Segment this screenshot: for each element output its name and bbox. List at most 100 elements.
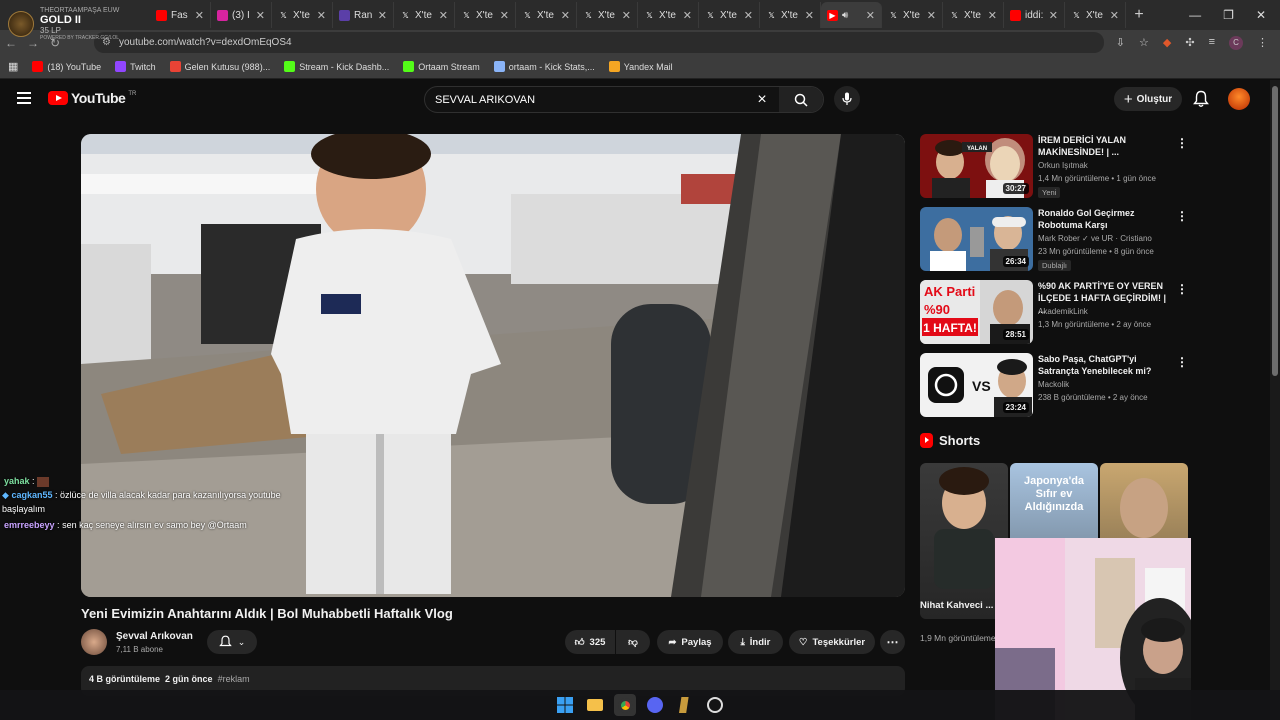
puzzle-icon[interactable]: ✣	[1185, 36, 1194, 50]
url-field[interactable]: ⚙ youtube.com/watch?v=dexdOmEqOS4	[94, 32, 1104, 53]
browser-tab[interactable]: Ran ✕	[333, 2, 394, 28]
recommended-video-card[interactable]: 26:34 Ronaldo Gol Geçirmez Robotuma Karşı…	[920, 207, 1188, 271]
league-client-icon[interactable]	[674, 694, 696, 716]
create-button[interactable]: + Oluştur	[1114, 87, 1182, 111]
page-scrollbar[interactable]	[1270, 80, 1280, 720]
close-tab-icon[interactable]: ✕	[256, 9, 265, 22]
recommended-channel[interactable]: Mackolik	[1038, 379, 1069, 391]
close-tab-icon[interactable]: ✕	[622, 9, 631, 22]
restore-icon[interactable]: ❐	[1223, 8, 1234, 22]
hashtag[interactable]: #reklam	[218, 674, 250, 684]
close-tab-icon[interactable]: ✕	[744, 9, 753, 22]
more-options-icon[interactable]: ⋮	[1176, 355, 1188, 369]
download-button[interactable]: ⤓ İndir	[728, 630, 783, 654]
browser-tab[interactable]: (3) I ✕	[211, 2, 272, 28]
browser-tab[interactable]: 𝕏 X'te ✕	[760, 2, 821, 28]
recommended-title[interactable]: Sabo Paşa, ChatGPT'yi Satrançta Yenebile…	[1038, 353, 1168, 377]
browser-tab[interactable]: ▶ 🔊︎ ✕	[821, 2, 882, 28]
close-tab-icon[interactable]: ✕	[805, 9, 814, 22]
search-input[interactable]	[425, 93, 745, 106]
browser-tab[interactable]: 𝕏 X'te ✕	[272, 2, 333, 28]
share-button[interactable]: ➦ Paylaş	[657, 630, 723, 654]
browser-tab[interactable]: iddi: ✕	[1004, 2, 1065, 28]
voice-search-button[interactable]	[834, 86, 860, 112]
recommended-video-card[interactable]: AK Parti %90 1 HAFTA! 28:51 %90 AK PARTİ'YE …	[920, 280, 1188, 344]
recommended-channel[interactable]: Mark Rober ✓ ve UR · Cristiano	[1038, 233, 1152, 245]
apps-grid-icon[interactable]: ▦	[8, 60, 18, 73]
close-tab-icon[interactable]: ✕	[866, 9, 875, 22]
thanks-button[interactable]: ♡ Teşekkürler	[789, 630, 875, 654]
subscription-bell-button[interactable]: ⌄	[207, 630, 257, 654]
hamburger-menu-icon[interactable]	[17, 92, 31, 104]
browser-tab[interactable]: 𝕏 X'te ✕	[1065, 2, 1126, 28]
channel-name[interactable]: Şevval Arıkovan	[116, 631, 193, 642]
menu-dots-icon[interactable]: ⋮	[1257, 36, 1268, 50]
video-thumbnail[interactable]: VS 23:24	[920, 353, 1033, 417]
clear-search-icon[interactable]: ×	[745, 91, 779, 109]
ranking-icon	[339, 9, 350, 21]
close-tab-icon[interactable]: ✕	[683, 9, 692, 22]
minimize-icon[interactable]: —	[1189, 8, 1201, 22]
browser-tab[interactable]: 𝕏 X'te ✕	[516, 2, 577, 28]
more-options-icon[interactable]: ⋮	[1176, 209, 1188, 223]
close-tab-icon[interactable]: ✕	[927, 9, 936, 22]
more-options-icon[interactable]: ⋮	[1176, 136, 1188, 150]
close-tab-icon[interactable]: ✕	[195, 9, 204, 22]
close-tab-icon[interactable]: ✕	[561, 9, 570, 22]
browser-tab[interactable]: 𝕏 X'te ✕	[699, 2, 760, 28]
more-actions-button[interactable]: ⋯	[880, 630, 905, 654]
browser-tab[interactable]: 𝕏 X'te ✕	[638, 2, 699, 28]
notifications-button[interactable]	[1193, 90, 1209, 113]
youtube-logo[interactable]: YouTube TR	[48, 90, 136, 106]
close-tab-icon[interactable]: ✕	[1049, 9, 1058, 22]
more-options-icon[interactable]: ⋮	[1176, 282, 1188, 296]
bookmark-item[interactable]: Yandex Mail	[608, 61, 673, 72]
close-tab-icon[interactable]: ✕	[1110, 9, 1119, 22]
scrollbar-thumb[interactable]	[1272, 86, 1278, 376]
chrome-icon[interactable]	[614, 694, 636, 716]
recommended-title[interactable]: Ronaldo Gol Geçirmez Robotuma Karşı	[1038, 207, 1168, 231]
close-window-icon[interactable]: ✕	[1256, 8, 1266, 22]
install-app-icon[interactable]: ⇩	[1116, 36, 1125, 50]
close-tab-icon[interactable]: ✕	[439, 9, 448, 22]
browser-tab[interactable]: 𝕏 X'te ✕	[882, 2, 943, 28]
bookmark-item[interactable]: Gelen Kutusu (988)...	[169, 61, 270, 72]
recommended-video-card[interactable]: VS 23:24 Sabo Paşa, ChatGPT'yi Satrançta Y…	[920, 353, 1188, 417]
recommended-channel[interactable]: Orkun Işıtmak	[1038, 160, 1088, 172]
new-tab-button[interactable]: +	[1126, 6, 1152, 24]
recommended-title[interactable]: İREM DERİCİ YALAN MAKİNESİNDE! | ...	[1038, 134, 1168, 158]
browser-tab[interactable]: 𝕏 X'te ✕	[455, 2, 516, 28]
channel-avatar[interactable]	[81, 629, 107, 655]
discord-icon[interactable]	[644, 694, 666, 716]
video-thumbnail[interactable]: AK Parti %90 1 HAFTA! 28:51	[920, 280, 1033, 344]
short-title-1[interactable]: Nihat Kahveci ...	[920, 600, 1000, 612]
close-tab-icon[interactable]: ✕	[988, 9, 997, 22]
extension-icon[interactable]: ◆	[1163, 36, 1171, 50]
dislike-button[interactable]: 👎︎	[616, 630, 650, 654]
browser-tab[interactable]: 𝕏 X'te ✕	[394, 2, 455, 28]
profile-avatar[interactable]: C	[1229, 35, 1243, 50]
search-button[interactable]	[779, 87, 823, 112]
bookmark-item[interactable]: ortaam - Kick Stats,...	[493, 61, 595, 72]
bookmark-item[interactable]: Twitch	[115, 61, 156, 72]
obs-icon[interactable]	[704, 694, 726, 716]
reading-list-icon[interactable]: ≡	[1209, 36, 1215, 50]
recommended-channel[interactable]: AkademikLink	[1038, 306, 1088, 318]
file-explorer-icon[interactable]	[584, 694, 606, 716]
close-tab-icon[interactable]: ✕	[378, 9, 387, 22]
video-thumbnail[interactable]: YALAN 30:27	[920, 134, 1033, 198]
browser-tab[interactable]: 𝕏 X'te ✕	[577, 2, 638, 28]
account-avatar[interactable]	[1228, 88, 1250, 110]
video-thumbnail[interactable]: 26:34	[920, 207, 1033, 271]
bookmark-item[interactable]: Ortaam Stream	[403, 61, 480, 72]
like-button[interactable]: 👍︎ 325	[565, 630, 615, 654]
close-tab-icon[interactable]: ✕	[500, 9, 509, 22]
windows-start-icon[interactable]	[554, 694, 576, 716]
recommended-video-card[interactable]: YALAN 30:27 İREM DERİCİ YALAN MAKİNESİNDE!…	[920, 134, 1188, 198]
bookmark-star-icon[interactable]: ☆	[1139, 36, 1149, 50]
browser-tab[interactable]: 𝕏 X'te ✕	[943, 2, 1004, 28]
bookmark-item[interactable]: Stream - Kick Dashb...	[284, 61, 389, 72]
bookmark-item[interactable]: (18) YouTube	[32, 61, 101, 72]
close-tab-icon[interactable]: ✕	[317, 9, 326, 22]
browser-tab[interactable]: Fas ✕	[150, 2, 211, 28]
